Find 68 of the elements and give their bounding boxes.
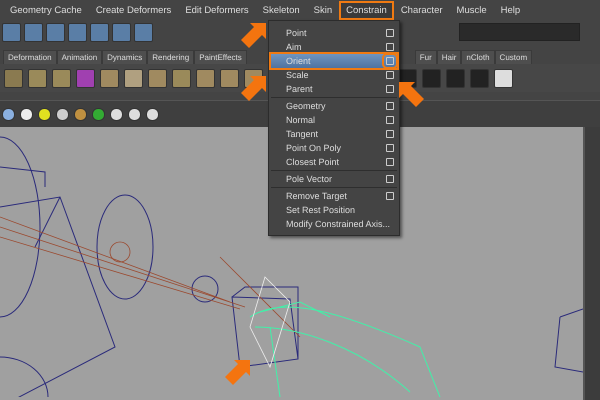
shelf-tab[interactable]: nCloth xyxy=(461,50,495,64)
tool-icon[interactable] xyxy=(134,22,153,42)
panel-tool-icon[interactable] xyxy=(38,108,51,120)
tool-icon[interactable] xyxy=(68,22,87,42)
panel-tool-icon[interactable] xyxy=(20,108,33,120)
tool-icon[interactable] xyxy=(90,22,109,42)
shelf-tool-icon[interactable] xyxy=(52,68,71,88)
menu-entry[interactable]: Modify Constrained Axis... xyxy=(271,217,397,231)
menu-entry[interactable]: Remove Target xyxy=(271,189,397,203)
panel-tool-icon[interactable] xyxy=(110,108,123,120)
shelf-tool-icon[interactable] xyxy=(28,68,47,88)
option-box-icon[interactable] xyxy=(386,102,394,110)
panel-tool-icon[interactable] xyxy=(56,108,69,120)
shelf-tab[interactable]: Rendering xyxy=(147,50,194,64)
tool-icon[interactable] xyxy=(46,22,65,42)
shelf-tab[interactable]: Custom xyxy=(494,50,532,64)
shelf-tool-icon[interactable] xyxy=(494,68,513,88)
menu-entry[interactable]: Normal xyxy=(271,113,397,127)
panel-tool-icon[interactable] xyxy=(2,108,15,120)
option-box-icon[interactable] xyxy=(386,71,394,79)
menu-entry[interactable]: Tangent xyxy=(271,127,397,141)
menu-entry[interactable]: Geometry xyxy=(271,99,397,113)
option-box-icon[interactable] xyxy=(386,175,394,183)
panel-tool-icon[interactable] xyxy=(146,108,159,120)
menu-item[interactable]: Muscle xyxy=(450,0,494,20)
menu-entry[interactable]: Parent xyxy=(271,82,397,96)
shelf-tool-icon[interactable] xyxy=(148,68,167,88)
input-field[interactable] xyxy=(459,23,580,41)
shelf-tool-icon[interactable] xyxy=(220,68,239,88)
menu-entry[interactable]: Closest Point xyxy=(271,155,397,169)
shelf-tool-icon[interactable] xyxy=(100,68,119,88)
shelf-tab[interactable]: Hair xyxy=(436,50,462,64)
menu-item[interactable]: Character xyxy=(394,0,450,20)
shelf-tool-icon[interactable] xyxy=(196,68,215,88)
arrow-icon xyxy=(397,80,427,110)
option-box-icon[interactable] xyxy=(386,192,394,200)
shelf-tab[interactable]: Dynamics xyxy=(102,50,148,64)
option-box-icon[interactable] xyxy=(386,158,394,166)
option-box-icon[interactable] xyxy=(386,144,394,152)
option-box-icon[interactable] xyxy=(386,85,394,93)
shelf-tab[interactable]: Animation xyxy=(56,50,102,64)
menu-item[interactable]: Create Deformers xyxy=(88,0,178,20)
tool-icon[interactable] xyxy=(24,22,43,42)
menu-entry[interactable]: Pole Vector xyxy=(271,172,397,186)
menu-entry[interactable]: Scale xyxy=(271,68,397,82)
option-box-icon[interactable] xyxy=(386,29,394,37)
menu-item[interactable]: Constrain xyxy=(339,0,394,20)
option-box-icon[interactable] xyxy=(386,116,394,124)
shelf-tool-icon[interactable] xyxy=(172,68,191,88)
shelf-tool-icon[interactable] xyxy=(124,68,143,88)
menu-item[interactable]: Geometry Cache xyxy=(3,0,89,20)
menu-item[interactable]: Help xyxy=(494,0,528,20)
menu-item[interactable]: Skin xyxy=(306,0,340,20)
menu-entry[interactable]: Point xyxy=(271,26,397,40)
menu-entry[interactable]: Point On Poly xyxy=(271,141,397,155)
shelf-tab[interactable]: Deformation xyxy=(3,50,57,64)
menu-item[interactable]: Skeleton xyxy=(256,0,307,20)
tool-icon[interactable] xyxy=(2,22,21,42)
menu-entry[interactable]: Aim xyxy=(271,40,397,54)
menu-item[interactable]: Edit Deformers xyxy=(178,0,256,20)
option-box-icon[interactable] xyxy=(386,43,394,51)
menu-entry[interactable]: Set Rest Position xyxy=(271,203,397,217)
shelf-tab[interactable]: Fur xyxy=(414,50,437,64)
shelf-tab[interactable]: PaintEffects xyxy=(194,50,247,64)
panel-tool-icon[interactable] xyxy=(74,108,87,120)
option-box-icon[interactable] xyxy=(386,130,394,138)
panel-tool-icon[interactable] xyxy=(128,108,141,120)
tool-icon[interactable] xyxy=(112,22,131,42)
